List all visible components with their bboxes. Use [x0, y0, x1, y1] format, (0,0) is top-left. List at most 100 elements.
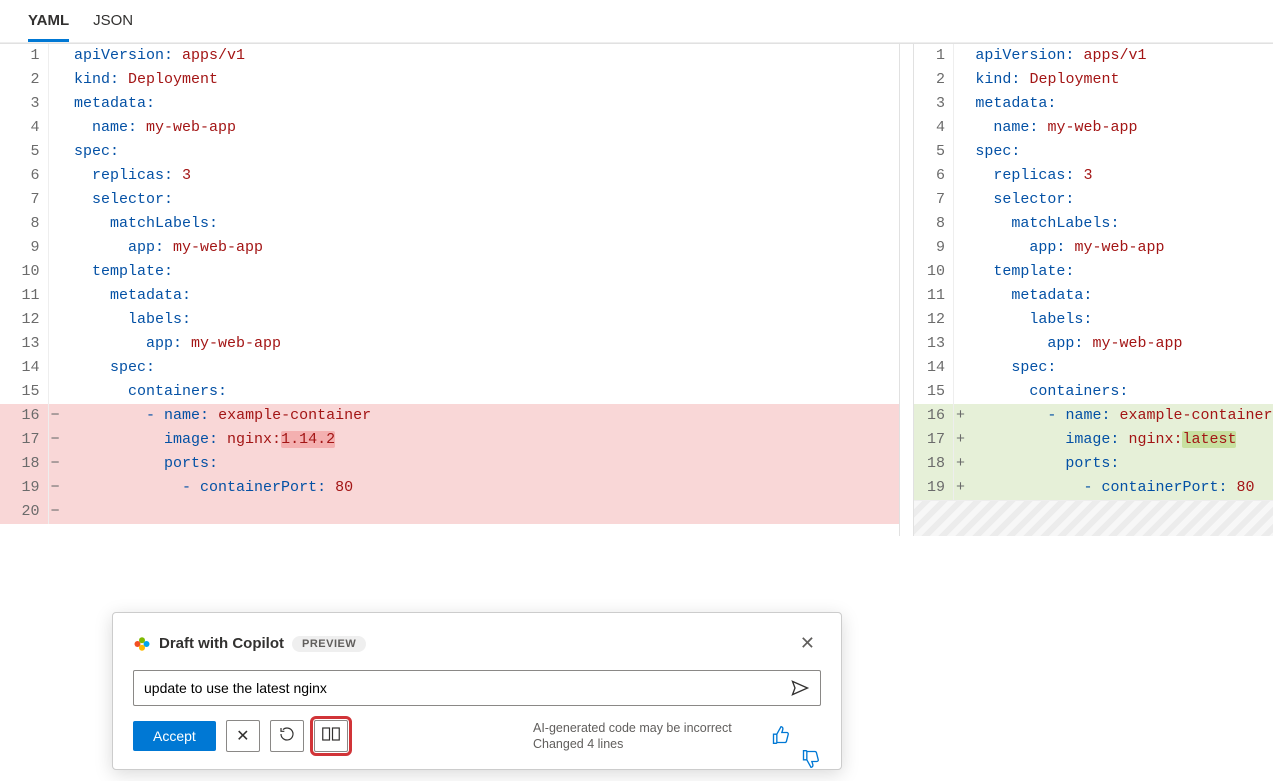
code-line[interactable]: 11 metadata:	[914, 284, 1273, 308]
line-number: 19	[0, 476, 48, 500]
code-line[interactable]: 16+ - name: example-container	[914, 404, 1273, 428]
discard-button[interactable]: ✕	[226, 720, 260, 752]
diff-marker: +	[954, 476, 972, 500]
code-content: replicas: 3	[70, 164, 899, 188]
diff-left-pane[interactable]: 1apiVersion: apps/v12 kind: Deployment3me…	[0, 44, 900, 536]
code-line[interactable]: 18− ports:	[0, 452, 899, 476]
diff-marker	[954, 164, 972, 188]
code-content: - containerPort: 80	[971, 476, 1272, 500]
code-line[interactable]: 15 containers:	[0, 380, 899, 404]
code-content: apiVersion: apps/v1	[971, 44, 1272, 68]
code-line[interactable]: 13 app: my-web-app	[914, 332, 1273, 356]
code-line[interactable]: 12 labels:	[0, 308, 899, 332]
code-line[interactable]: 3 metadata:	[914, 92, 1273, 116]
accept-button[interactable]: Accept	[133, 721, 216, 751]
code-line[interactable]: 11 metadata:	[0, 284, 899, 308]
x-icon: ✕	[236, 726, 249, 746]
diff-marker: −	[48, 404, 70, 428]
changed-lines-text: Changed 4 lines	[533, 736, 753, 752]
code-line[interactable]: 4 name: my-web-app	[0, 116, 899, 140]
diff-marker: +	[954, 452, 972, 476]
line-number: 5	[0, 140, 48, 164]
code-line[interactable]: 5spec:	[0, 140, 899, 164]
copilot-panel: Draft with Copilot PREVIEW ✕ Accept ✕	[112, 612, 842, 770]
code-line[interactable]: 3metadata:	[0, 92, 899, 116]
code-line[interactable]: 4 name: my-web-app	[914, 116, 1273, 140]
code-content: template:	[70, 260, 899, 284]
line-number: 2	[914, 68, 954, 92]
code-content: kind: Deployment	[971, 68, 1272, 92]
code-line[interactable]: 14 spec:	[0, 356, 899, 380]
diff-marker: +	[954, 404, 972, 428]
code-line[interactable]: 18+ ports:	[914, 452, 1273, 476]
tab-json[interactable]: JSON	[93, 12, 133, 42]
line-number: 13	[914, 332, 954, 356]
code-line[interactable]: 9 app: my-web-app	[0, 236, 899, 260]
line-number: 2	[0, 68, 48, 92]
compare-view-button[interactable]	[314, 720, 348, 752]
line-number: 17	[0, 428, 48, 452]
code-line[interactable]: 6 replicas: 3	[0, 164, 899, 188]
diff-marker	[954, 356, 972, 380]
code-line[interactable]: 2 kind: Deployment	[0, 68, 899, 92]
diff-marker	[48, 44, 70, 68]
tab-yaml[interactable]: YAML	[28, 12, 69, 42]
line-number: 4	[914, 116, 954, 140]
code-line[interactable]: 1apiVersion: apps/v1	[0, 44, 899, 68]
code-line[interactable]: 19+ - containerPort: 80	[914, 476, 1273, 500]
code-content: app: my-web-app	[971, 236, 1272, 260]
line-number: 14	[0, 356, 48, 380]
line-number: 12	[914, 308, 954, 332]
code-line[interactable]: 17+ image: nginx:latest	[914, 428, 1273, 452]
line-number: 16	[0, 404, 48, 428]
code-line[interactable]: 7 selector:	[0, 188, 899, 212]
code-line[interactable]: 15 containers:	[914, 380, 1273, 404]
line-number: 8	[914, 212, 954, 236]
diff-marker	[48, 284, 70, 308]
close-icon[interactable]: ✕	[794, 629, 821, 658]
line-number: 18	[0, 452, 48, 476]
code-line[interactable]: 2 kind: Deployment	[914, 68, 1273, 92]
code-content: - name: example-container	[971, 404, 1272, 428]
code-content: metadata:	[70, 284, 899, 308]
code-line[interactable]: 17− image: nginx:1.14.2	[0, 428, 899, 452]
code-line[interactable]: 12 labels:	[914, 308, 1273, 332]
diff-marker: −	[48, 428, 70, 452]
copilot-input[interactable]	[134, 674, 780, 702]
code-line[interactable]: 13 app: my-web-app	[0, 332, 899, 356]
code-line[interactable]: 6 replicas: 3	[914, 164, 1273, 188]
code-line[interactable]: 8 matchLabels:	[914, 212, 1273, 236]
code-line[interactable]: 10 template:	[914, 260, 1273, 284]
code-line[interactable]: 19− - containerPort: 80	[0, 476, 899, 500]
line-number: 3	[914, 92, 954, 116]
line-number: 7	[0, 188, 48, 212]
regenerate-button[interactable]	[270, 720, 304, 752]
code-line[interactable]: 20−	[0, 500, 899, 524]
send-icon[interactable]	[780, 676, 820, 701]
code-content: metadata:	[971, 92, 1272, 116]
thumbs-down-icon[interactable]	[801, 725, 821, 748]
diff-marker	[954, 236, 972, 260]
line-number: 9	[0, 236, 48, 260]
code-line[interactable]: 10 template:	[0, 260, 899, 284]
line-number: 12	[0, 308, 48, 332]
code-content: image: nginx:latest	[971, 428, 1272, 452]
line-number: 5	[914, 140, 954, 164]
code-line[interactable]: 8 matchLabels:	[0, 212, 899, 236]
code-content: app: my-web-app	[971, 332, 1272, 356]
code-line[interactable]: 14 spec:	[914, 356, 1273, 380]
code-content: kind: Deployment	[70, 68, 899, 92]
diff-marker	[48, 92, 70, 116]
line-number: 15	[914, 380, 954, 404]
code-line[interactable]: 9 app: my-web-app	[914, 236, 1273, 260]
code-line[interactable]: 16− - name: example-container	[0, 404, 899, 428]
code-line[interactable]: 1apiVersion: apps/v1	[914, 44, 1273, 68]
code-line[interactable]: 5spec:	[914, 140, 1273, 164]
thumbs-up-icon[interactable]	[771, 725, 791, 748]
diff-right-pane[interactable]: 1apiVersion: apps/v12 kind: Deployment 3 me…	[914, 44, 1273, 536]
diff-marker	[954, 284, 972, 308]
diff-marker	[48, 332, 70, 356]
code-content: apiVersion: apps/v1	[70, 44, 899, 68]
code-line[interactable]: 7 selector:	[914, 188, 1273, 212]
code-content: matchLabels:	[971, 212, 1272, 236]
